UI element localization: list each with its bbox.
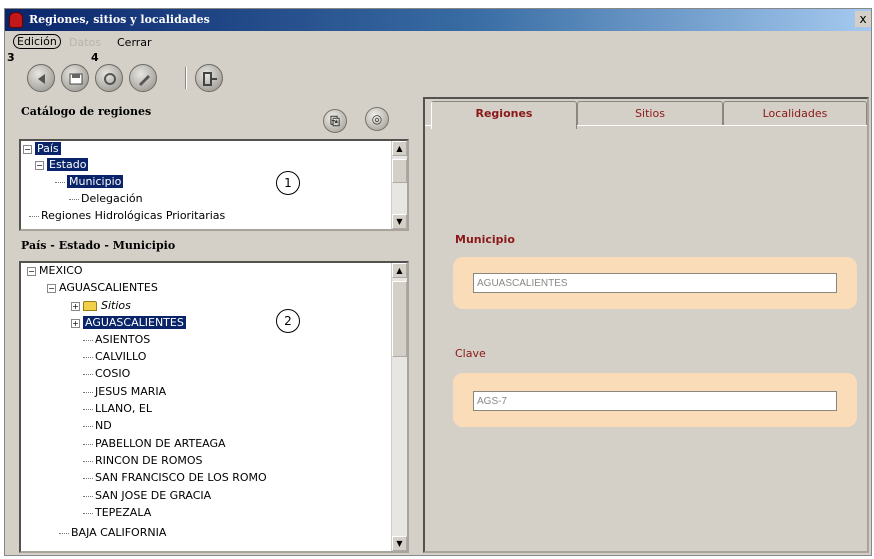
folder-icon <box>83 301 97 311</box>
scroll-thumb[interactable] <box>392 281 407 357</box>
hierarchy-tree[interactable]: − MEXICO − AGUASCALIENTES + Sitios + AGUASCA… <box>19 261 409 553</box>
toolbar: 3 4 <box>5 51 871 95</box>
tree-item-municipio[interactable]: SAN JOSE DE GRACIA <box>83 488 211 505</box>
catalog-item-delegacion[interactable]: Delegación <box>69 191 143 208</box>
callout-2: 2 <box>276 309 300 333</box>
scroll-down-icon[interactable]: ▼ <box>392 214 407 229</box>
callout-1: 1 <box>276 171 300 195</box>
tree-item-municipio[interactable]: SAN FRANCISCO DE LOS ROMO <box>83 470 267 487</box>
catalog-title: Catálogo de regiones <box>21 105 152 118</box>
tree-item-aguascalientes-mun[interactable]: + AGUASCALIENTES <box>71 315 186 332</box>
catalog-scrollbar[interactable]: ▲ ▼ <box>391 141 407 229</box>
edit-button[interactable] <box>129 64 157 92</box>
tree-item-sitios[interactable]: + Sitios <box>71 298 131 315</box>
title-bar[interactable]: Regiones, sitios y localidades x <box>5 9 871 31</box>
exit-icon <box>203 72 217 86</box>
tree-item-municipio[interactable]: LLANO, EL <box>83 401 152 418</box>
collapse-icon[interactable]: − <box>35 160 44 170</box>
details-panel: Regiones Sitios Localidades Municipio Cl… <box>423 97 869 553</box>
tree-item-municipio[interactable]: COSIO <box>83 366 130 383</box>
save-icon <box>69 73 83 85</box>
menu-edicion[interactable]: Edición <box>13 34 61 49</box>
clave-field-frame <box>453 373 857 427</box>
exit-button[interactable] <box>195 64 223 92</box>
clave-label: Clave <box>455 347 486 360</box>
refresh-button[interactable] <box>95 64 123 92</box>
scroll-thumb[interactable] <box>392 159 407 183</box>
tab-localidades[interactable]: Localidades <box>723 101 867 125</box>
tree-item-aguascalientes-state[interactable]: − AGUASCALIENTES <box>47 280 158 297</box>
window-title: Regiones, sitios y localidades <box>29 13 210 26</box>
scroll-up-icon[interactable]: ▲ <box>392 141 407 156</box>
save-button[interactable] <box>61 64 89 92</box>
menu-datos[interactable]: Datos <box>69 36 101 49</box>
close-button[interactable]: x <box>855 11 871 27</box>
back-button[interactable] <box>27 64 55 92</box>
tree-item-municipio[interactable]: ND <box>83 418 112 435</box>
tab-sitios[interactable]: Sitios <box>577 101 723 125</box>
tree-item-mexico[interactable]: − MEXICO <box>27 263 83 280</box>
back-icon <box>38 74 45 84</box>
tree-item-municipio[interactable]: CALVILLO <box>83 349 146 366</box>
expand-icon[interactable]: + <box>71 318 80 328</box>
catalog-item-pais[interactable]: − País <box>23 141 61 158</box>
catalog-item-municipio[interactable]: Municipio <box>55 174 124 191</box>
callout-3: 3 <box>7 51 15 64</box>
municipio-label: Municipio <box>455 233 515 246</box>
callout-4: 4 <box>91 51 99 64</box>
globe-button[interactable]: ◎ <box>365 107 389 131</box>
refresh-icon <box>104 73 116 85</box>
municipio-field-frame <box>453 257 857 309</box>
expand-icon[interactable]: + <box>71 301 80 311</box>
hierarchy-scrollbar[interactable]: ▲ ▼ <box>391 263 407 551</box>
collapse-icon[interactable]: − <box>23 144 32 154</box>
main-window: Regiones, sitios y localidades x Edición… <box>4 8 872 556</box>
tab-regiones[interactable]: Regiones <box>431 101 577 129</box>
catalog-item-regiones-hidrologicas[interactable]: Regiones Hidrológicas Prioritarias <box>29 208 225 225</box>
collapse-icon[interactable]: − <box>27 266 36 276</box>
catalog-item-estado[interactable]: − Estado <box>35 157 89 174</box>
catalog-tree[interactable]: − País − Estado Municipio Delegación Regio… <box>19 139 409 231</box>
edit-icon <box>139 75 150 86</box>
tree-item-municipio[interactable]: PABELLON DE ARTEAGA <box>83 436 226 453</box>
hierarchy-title: País - Estado - Municipio <box>21 239 176 252</box>
report-button[interactable]: ⎘ <box>323 109 347 133</box>
scroll-up-icon[interactable]: ▲ <box>392 263 407 278</box>
app-icon <box>9 12 23 28</box>
municipio-field[interactable] <box>473 273 837 293</box>
scroll-down-icon[interactable]: ▼ <box>392 536 407 551</box>
collapse-icon[interactable]: − <box>47 283 56 293</box>
clave-field[interactable] <box>473 391 837 411</box>
menu-bar: Edición Datos Cerrar <box>5 33 871 53</box>
tree-item-baja-california[interactable]: BAJA CALIFORNIA <box>59 525 166 542</box>
tree-item-municipio[interactable]: TEPEZALA <box>83 505 151 522</box>
tree-item-municipio[interactable]: JESUS MARIA <box>83 384 166 401</box>
toolbar-separator <box>185 67 187 89</box>
menu-cerrar[interactable]: Cerrar <box>117 36 152 49</box>
tree-item-municipio[interactable]: ASIENTOS <box>83 332 150 349</box>
tree-item-municipio[interactable]: RINCON DE ROMOS <box>83 453 203 470</box>
